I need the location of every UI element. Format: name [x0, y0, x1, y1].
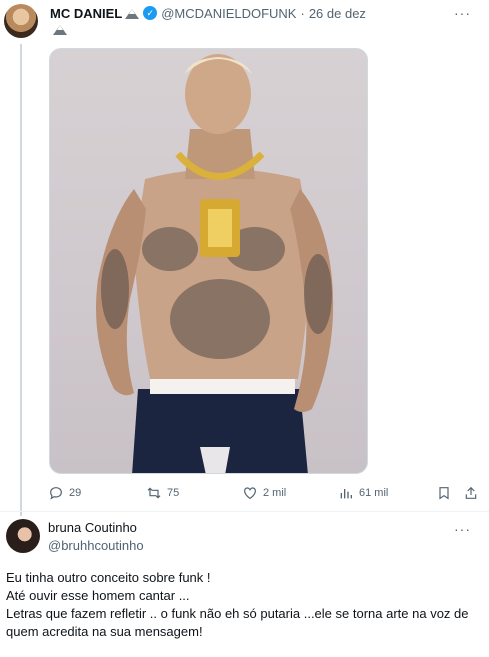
more-options-icon[interactable]: ···: [454, 5, 471, 21]
bookmark-icon: [439, 487, 449, 500]
reply-line: Letras que fazem refletir .. o funk não …: [6, 606, 469, 639]
reply-line: Até ouvir esse homem cantar ...: [6, 588, 190, 603]
reply-line: Eu tinha outro conceito sobre funk !: [6, 570, 211, 585]
retweet-button[interactable]: 75: [146, 485, 179, 501]
like-count: 2 mil: [263, 487, 287, 499]
reply-button[interactable]: 29: [48, 485, 81, 501]
separator-dot: ·: [300, 5, 305, 21]
author-handle[interactable]: @MCDANIELDOFUNK: [161, 6, 296, 21]
tweet-text-mountain-emoji-icon: [53, 24, 67, 35]
reply-author-avatar[interactable]: [6, 519, 40, 553]
reply-more-options-icon[interactable]: ···: [454, 521, 471, 537]
views-button[interactable]: 61 mil: [338, 485, 388, 501]
views-bar-chart-icon: [340, 489, 352, 499]
tweet-date[interactable]: 26 de dez: [309, 6, 366, 21]
heart-icon: [244, 487, 256, 500]
tweet-divider: [0, 511, 489, 512]
tweet-photo[interactable]: [49, 48, 368, 474]
reply-author-handle[interactable]: @bruhhcoutinho: [48, 538, 144, 553]
like-button[interactable]: 2 mil: [242, 485, 286, 501]
bookmark-button[interactable]: [436, 485, 452, 501]
reply-author-display-name[interactable]: bruna Coutinho: [48, 520, 137, 535]
reply-icon: [50, 487, 62, 500]
tweet-actions-bar: 29 75 2 mil 61 mil: [48, 484, 481, 502]
share-icon: [465, 486, 477, 499]
share-button[interactable]: [463, 485, 479, 501]
reply-count: 29: [69, 487, 82, 499]
retweet-icon: [147, 487, 161, 499]
mountain-emoji-icon: [125, 8, 140, 19]
retweet-count: 75: [167, 487, 180, 499]
views-count: 61 mil: [359, 487, 389, 499]
photo-illustration: [96, 54, 334, 473]
verified-badge-icon: ✓: [143, 6, 158, 20]
reply-text: Eu tinha outro conceito sobre funk ! Até…: [6, 569, 482, 641]
author-avatar[interactable]: [4, 4, 38, 38]
author-display-name[interactable]: MC DANIEL: [50, 6, 122, 21]
tweet-header: MC DANIEL ✓ @MCDANIELDOFUNK · 26 de dez …: [50, 4, 481, 22]
thread-connector-line: [20, 44, 22, 516]
reply-header: bruna Coutinho @bruhhcoutinho: [48, 520, 144, 553]
